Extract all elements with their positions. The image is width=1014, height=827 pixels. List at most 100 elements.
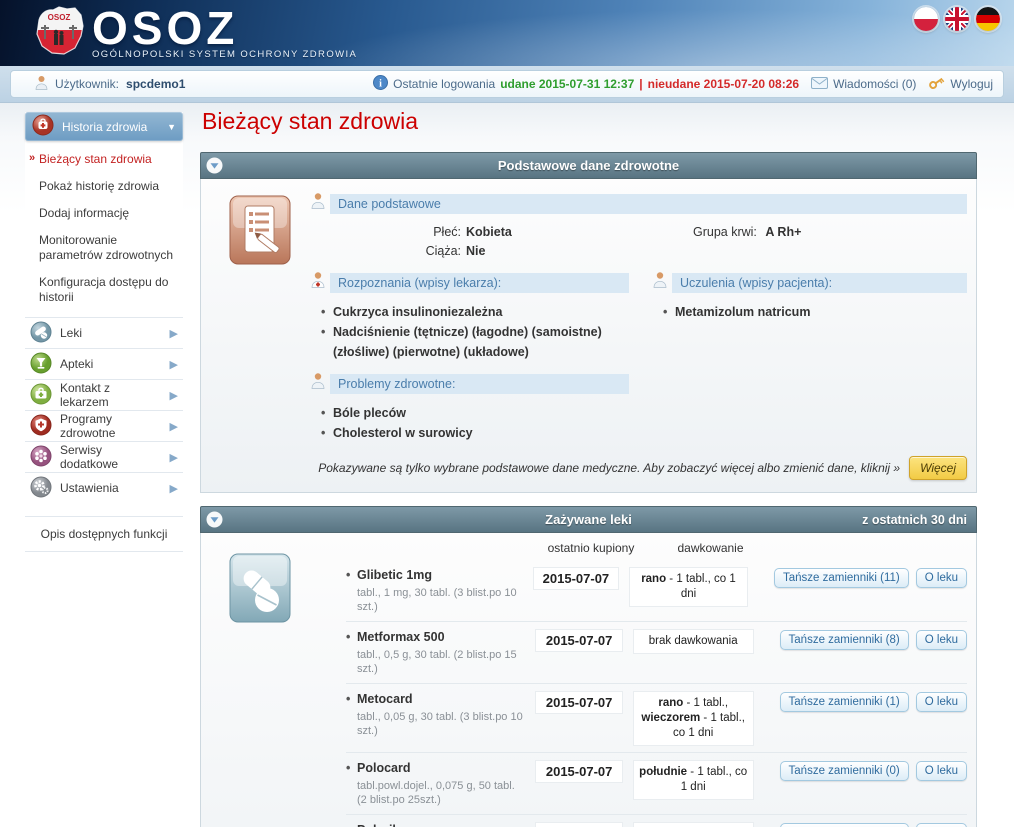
- sidebar-section-historia-zdrowia[interactable]: Historia zdrowia ▼: [25, 112, 183, 141]
- drugs-column-headers: ostatnio kupiony dawkowanie: [346, 541, 967, 555]
- osoz-page: OSOZ OSOZ OGÓLNOPOLSKI SYSTEM OCHRO: [0, 0, 1014, 827]
- sidebar-item-leki[interactable]: Leki ▶: [25, 317, 183, 348]
- col-header-bought: ostatnio kupiony: [546, 541, 636, 555]
- collapse-arrow-icon[interactable]: [206, 511, 223, 528]
- sidebar-history-submenu: » Bieżący stan zdrowia Pokaż historię zd…: [25, 141, 183, 317]
- pills-icon: [30, 321, 52, 346]
- panel1-note: Pokazywane są tylko wybrane podstawowe d…: [318, 461, 900, 475]
- drug-date: 2015-07-07: [536, 823, 621, 827]
- cheaper-substitutes-button[interactable]: Tańsze zamienniki (8): [780, 630, 909, 650]
- drug-dosage: południe - 1 tabl., co 1 dni: [634, 761, 753, 799]
- sidebar-item-serwisy-dodatkowe[interactable]: Serwisy dodatkowe ▶: [25, 441, 183, 472]
- panel1-content: Dane podstawowe Płeć: Kobieta Ciąża:: [311, 179, 967, 492]
- sidebar-item-programy-zdrowotne[interactable]: Programy zdrowotne ▶: [25, 410, 183, 441]
- patient-icon: [311, 192, 325, 214]
- drug-row-polpril: Polpril kaps.twarde, 0,01 g, 28 kaps. (4…: [346, 815, 967, 827]
- drug-date: 2015-07-07: [536, 630, 621, 651]
- doctor-bag-icon: [30, 383, 52, 408]
- sex-label: Płeć:: [311, 223, 461, 242]
- pregnancy-value: Nie: [466, 242, 485, 261]
- sidebar-item-pokaz-historie[interactable]: Pokaż historię zdrowia: [25, 173, 183, 200]
- active-marker-icon: »: [29, 151, 35, 166]
- german-flag-icon[interactable]: [976, 7, 1000, 31]
- drug-desc: tabl., 0,05 g, 30 tabl. (3 blist.po 10 s…: [346, 710, 526, 738]
- chevron-right-icon: ▶: [170, 358, 178, 371]
- svg-text:i: i: [379, 78, 382, 89]
- british-flag-icon[interactable]: [945, 7, 969, 31]
- sidebar-item-kontakt-z-lekarzem[interactable]: Kontakt z lekarzem ▶: [25, 379, 183, 410]
- sidebar-item-apteki[interactable]: Apteki ▶: [25, 348, 183, 379]
- sidebar-section-label: Historia zdrowia: [62, 120, 147, 134]
- panel1-title: Podstawowe dane zdrowotne: [201, 158, 976, 173]
- pharmacy-icon: [30, 352, 52, 377]
- logo-subtitle: OGÓLNOPOLSKI SYSTEM OCHRONY ZDROWIA: [92, 49, 357, 60]
- last-logins: i Ostatnie logowania udane 2015-07-31 12…: [373, 75, 799, 93]
- gear-icon: [30, 476, 52, 501]
- about-drug-button[interactable]: O leku: [916, 761, 967, 781]
- drug-dosage: rano - 1 tabl.,wieczorem - 1 tabl.,co 1 …: [634, 692, 753, 745]
- poland-map-icon: OSOZ: [30, 3, 88, 66]
- svg-text:OSOZ: OSOZ: [48, 13, 71, 22]
- logout-link[interactable]: Wyloguj: [928, 75, 993, 93]
- more-button[interactable]: Więcej: [909, 456, 967, 480]
- allergies-section: Uczulenia (wpisy pacjenta): Metamizolum …: [653, 271, 967, 326]
- chevron-right-icon: ▶: [170, 327, 178, 340]
- patient-icon: [311, 372, 325, 394]
- basic-fields-right: Grupa krwi: A Rh+: [631, 223, 967, 261]
- problems-heading: Problemy zdrowotne:: [330, 374, 629, 394]
- cheaper-substitutes-button[interactable]: Tańsze zamienniki (11): [774, 568, 909, 588]
- drug-desc: tabl., 0,5 g, 30 tabl. (2 blist.po 15 sz…: [346, 648, 526, 676]
- about-drug-button[interactable]: O leku: [916, 823, 967, 827]
- chevron-right-icon: ▶: [170, 451, 178, 464]
- allergies-heading: Uczulenia (wpisy pacjenta):: [672, 273, 967, 293]
- col-header-dosage: dawkowanie: [648, 541, 773, 555]
- messages-link[interactable]: Wiadomości (0): [811, 77, 916, 92]
- sidebar-item-ustawienia[interactable]: Ustawienia ▶: [25, 472, 183, 503]
- drug-row-glibetic: Glibetic 1mg tabl., 1 mg, 30 tabl. (3 bl…: [346, 560, 967, 622]
- cheaper-substitutes-button[interactable]: Tańsze zamienniki (1): [780, 692, 909, 712]
- diagnoses-allergies-row: Rozpoznania (wpisy lekarza): Cukrzyca in…: [311, 271, 967, 366]
- logo-wordmark: OSOZ: [92, 7, 357, 49]
- basic-data-section-head: Dane podstawowe: [311, 192, 967, 214]
- top-header: OSOZ OSOZ OGÓLNOPOLSKI SYSTEM OCHRO: [0, 0, 1014, 66]
- blood-label: Grupa krwi:: [693, 225, 757, 239]
- sidebar-footer-link[interactable]: Opis dostępnych funkcji: [25, 516, 183, 552]
- drug-date: 2015-07-07: [536, 761, 621, 782]
- services-icon: [30, 445, 52, 470]
- main-column: Bieżący stan zdrowia Podstawowe dane zdr…: [200, 108, 979, 827]
- content-area: Historia zdrowia ▼ » Bieżący stan zdrowi…: [0, 103, 1014, 827]
- logo-text-wrap: OSOZ OGÓLNOPOLSKI SYSTEM OCHRONY ZDROWIA: [92, 7, 357, 60]
- blood-value: A Rh+: [765, 225, 801, 239]
- collapse-arrow-icon[interactable]: [206, 157, 223, 174]
- sidebar-item-biezacy-stan-zdrowia[interactable]: » Bieżący stan zdrowia: [25, 146, 183, 173]
- polish-flag-icon[interactable]: [914, 7, 938, 31]
- about-drug-button[interactable]: O leku: [916, 630, 967, 650]
- panel1-footer: Pokazywane są tylko wybrane podstawowe d…: [311, 456, 967, 480]
- drug-dosage: rano - 1 tabl., co 1 dni: [634, 823, 753, 827]
- chevron-right-icon: ▶: [170, 389, 178, 402]
- panel1-header: Podstawowe dane zdrowotne: [200, 152, 977, 179]
- cheaper-substitutes-button[interactable]: Tańsze zamienniki (0): [780, 823, 909, 827]
- user-label: Użytkownik:: [55, 77, 119, 91]
- drug-desc: tabl., 1 mg, 30 tabl. (3 blist.po 10 szt…: [346, 586, 524, 614]
- panel2-subtitle: z ostatnich 30 dni: [862, 513, 976, 527]
- pills-big-icon: [229, 553, 291, 628]
- drug-name: Metocard: [346, 692, 526, 706]
- panel-podstawowe-dane: Podstawowe dane zdrowotne: [200, 152, 977, 493]
- allergy-item: Metamizolum natricum: [663, 302, 967, 322]
- login-fail: nieudane 2015-07-20 08:26: [648, 77, 799, 91]
- about-drug-button[interactable]: O leku: [916, 568, 967, 588]
- sidebar-item-konfiguracja-dostepu[interactable]: Konfiguracja dostępu do historii: [25, 269, 183, 311]
- about-drug-button[interactable]: O leku: [916, 692, 967, 712]
- page-title: Bieżący stan zdrowia: [202, 108, 979, 135]
- doctor-icon: [311, 271, 325, 293]
- sidebar-item-dodaj-informacje[interactable]: Dodaj informację: [25, 200, 183, 227]
- drug-dosage: brak dawkowania: [634, 630, 753, 653]
- login-divider: |: [639, 77, 642, 91]
- login-success: udane 2015-07-31 12:37: [500, 77, 634, 91]
- drug-name: Glibetic 1mg: [346, 568, 524, 582]
- sidebar-item-monitorowanie[interactable]: Monitorowanie parametrów zdrowotnych: [25, 227, 183, 269]
- cheaper-substitutes-button[interactable]: Tańsze zamienniki (0): [780, 761, 909, 781]
- drug-name: Metformax 500: [346, 630, 526, 644]
- osoz-logo: OSOZ OSOZ OGÓLNOPOLSKI SYSTEM OCHRO: [30, 3, 357, 66]
